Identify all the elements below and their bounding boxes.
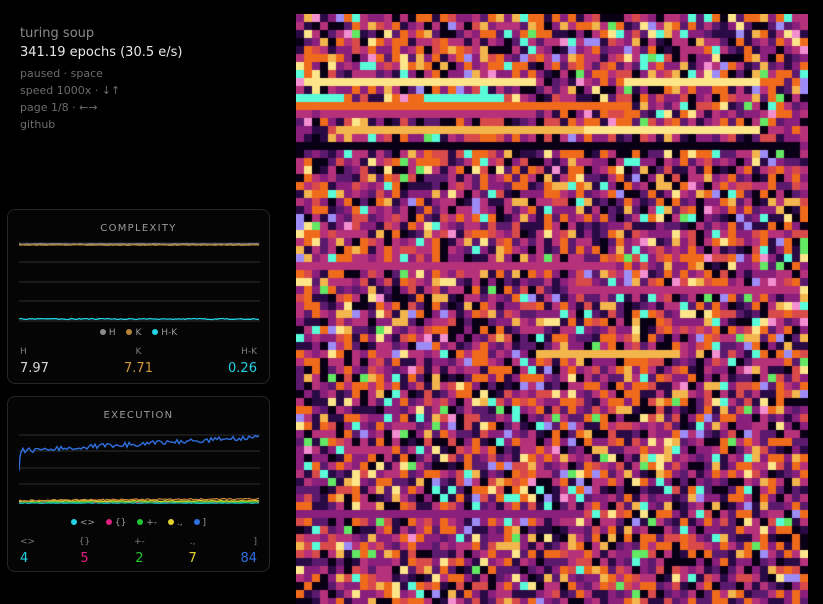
stat-loop-value: 84 [240,551,257,566]
stat-plusminus-value: 2 [135,551,144,566]
legend-item-loop: ] [193,518,207,528]
legend-item-hk: H-K [152,328,177,338]
legend-item-k: K [126,328,141,338]
stat-loop: ] 84 [240,536,257,568]
legend-label-hk: H-K [161,328,178,338]
stat-pointer-label: <> [20,537,36,547]
legend-dot-loop [193,519,200,525]
stat-pointer-value: 4 [20,551,29,566]
legend-dot-brace [105,519,112,525]
legend-label-pointer: <> [79,518,96,528]
legend-dot-h [99,329,106,335]
stat-loop-label: ] [253,537,257,547]
legend-item-h: H [99,328,116,338]
stat-brace: {} 5 [79,536,90,568]
stat-h-value: 7.97 [20,361,49,376]
execution-panel: EXECUTION <> {} +- ., ] <> 4 {} 5 +- 2 .… [7,396,270,572]
speed-control[interactable]: speed 1000x · ↓↑ [20,82,183,99]
legend-dot-pointer [70,519,77,525]
stat-k-label: K [135,347,142,357]
legend-label-h: H [108,328,116,338]
info-header: turing soup 341.19 epochs (30.5 e/s) pau… [20,26,183,133]
stat-io-value: 7 [188,551,197,566]
github-link[interactable]: github [20,116,183,133]
stat-k-value: 7.71 [124,361,153,376]
execution-plot [19,434,260,504]
stat-pointer: <> 4 [20,536,35,568]
legend-item-brace: {} [105,518,127,528]
stat-io: ., 7 [188,536,196,568]
complexity-gridlines [19,242,260,322]
stat-brace-label: {} [78,537,91,547]
app-title: turing soup [20,26,95,41]
stat-plusminus: +- 2 [134,536,145,568]
series-k-line [19,244,260,246]
legend-label-loop: ] [202,518,207,528]
series-hk-line [19,317,259,321]
stat-io-label: ., [189,537,196,547]
legend-item-io: ., [167,518,183,528]
stat-hk-value: 0.26 [228,361,257,376]
execution-legend: <> {} +- ., ] [8,518,269,528]
stat-hk-label: H-K [241,347,257,357]
legend-item-plusminus: +- [137,518,157,528]
legend-dot-k [126,329,133,335]
complexity-title: COMPLEXITY [100,223,177,234]
soup-grid-canvas[interactable] [296,14,808,604]
complexity-stats: H 7.97 K 7.71 H-K 0.26 [20,346,257,378]
execution-title: EXECUTION [103,410,174,421]
pause-status[interactable]: paused · space [20,65,183,82]
legend-dot-io [167,519,174,525]
complexity-panel: COMPLEXITY H K H-K H 7.97 K 7.71 H-K 0.2… [7,209,270,384]
legend-label-plusminus: +- [146,518,158,528]
stat-h: H 7.97 [20,346,49,378]
epoch-counter: 341.19 epochs (30.5 e/s) [20,45,183,60]
page-control[interactable]: page 1/8 · ←→ [20,99,183,116]
stat-h-label: H [20,347,27,357]
execution-stats: <> 4 {} 5 +- 2 ., 7 ] 84 [20,536,257,568]
legend-label-k: K [135,328,142,338]
stat-plusminus-label: +- [133,537,145,547]
series-loop-line [19,434,260,472]
complexity-plot [19,242,260,322]
legend-dot-plusminus [137,519,144,525]
complexity-legend: H K H-K [8,328,269,338]
stat-brace-value: 5 [80,551,89,566]
legend-label-io: ., [176,518,183,528]
legend-item-pointer: <> [70,518,96,528]
legend-dot-hk [152,329,159,335]
stat-hk: H-K 0.26 [228,346,257,378]
legend-label-brace: {} [114,518,127,528]
stat-k: K 7.71 [124,346,153,378]
